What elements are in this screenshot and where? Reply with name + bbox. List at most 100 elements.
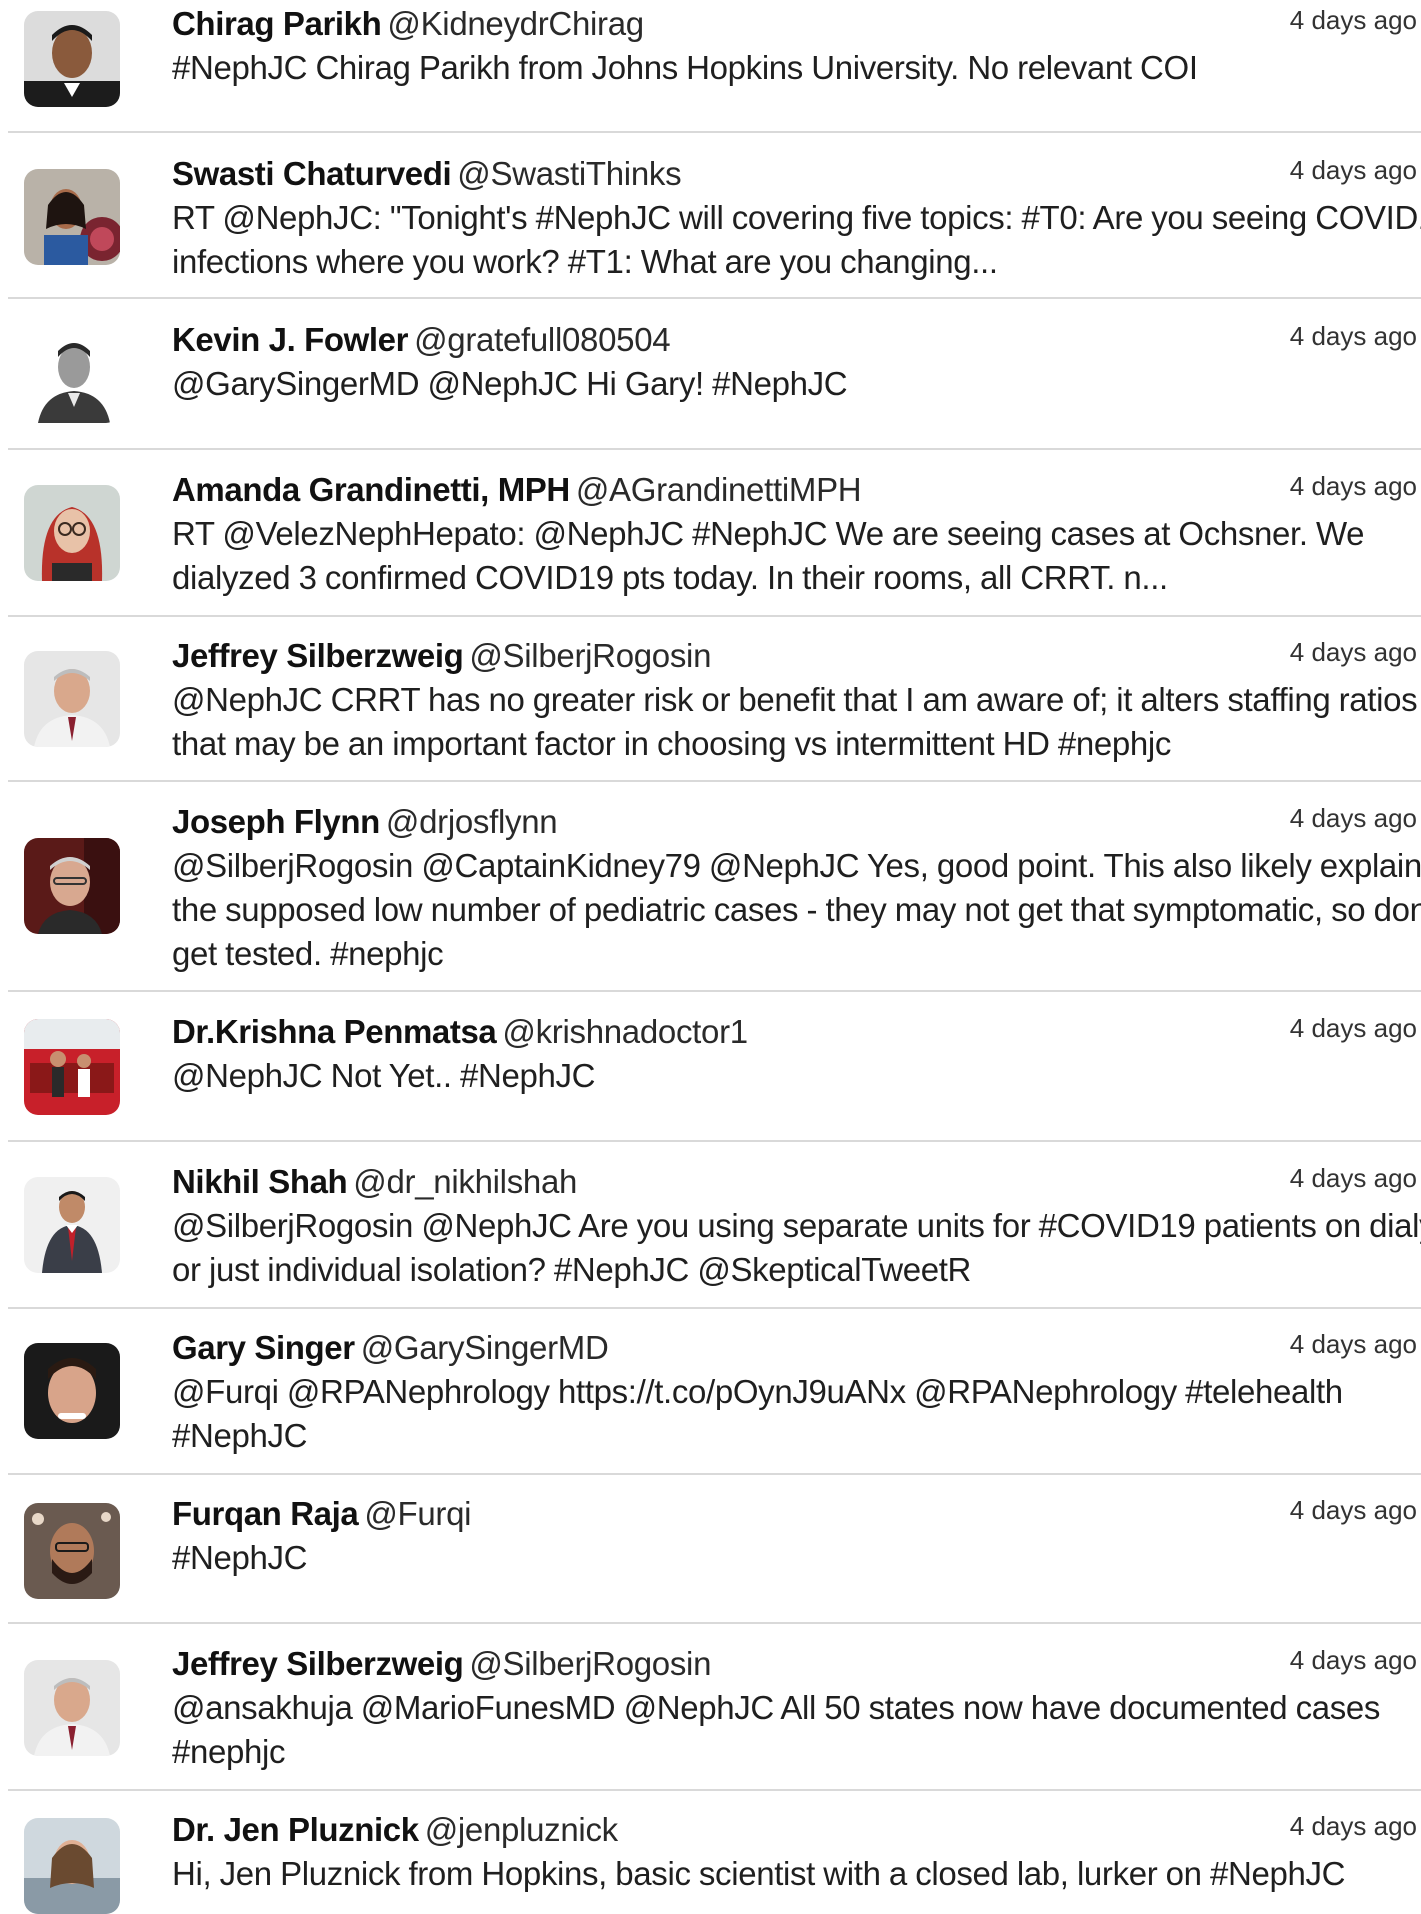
tweet-text-line: #nephjc <box>172 1733 286 1770</box>
author-name[interactable]: Swasti Chaturvedi <box>172 155 452 192</box>
timestamp[interactable]: 4 days ago <box>1290 1640 1417 1680</box>
tweet-text: @GarySingerMD @NephJC Hi Gary! #NephJC <box>172 362 1415 406</box>
tweet-header: Jeffrey Silberzweig @SilberjRogosin <box>172 1642 1421 1686</box>
tweet-text: RT @NephJC: "Tonight's #NephJC will cove… <box>172 196 1421 284</box>
divider <box>8 1307 1421 1309</box>
tweet-text: RT @VelezNephHepato: @NephJC #NephJC We … <box>172 512 1415 600</box>
avatar[interactable] <box>24 169 120 265</box>
tweet-text: @NephJC Not Yet.. #NephJC <box>172 1054 1415 1098</box>
timestamp[interactable]: 4 days ago <box>1290 150 1417 190</box>
tweet-header: Dr.Krishna Penmatsa @krishnadoctor1 <box>172 1010 1421 1054</box>
tweet-text-line: #NephJC <box>172 1417 308 1454</box>
tweet-text-line: or just individual isolation? #NephJC @S… <box>172 1251 972 1288</box>
author-handle[interactable]: @gratefull080504 <box>414 321 671 358</box>
avatar-image <box>24 1343 120 1439</box>
tweet-text-line: #NephJC <box>172 1539 308 1576</box>
avatar[interactable] <box>24 485 120 581</box>
avatar[interactable] <box>24 1818 120 1914</box>
tweet-text-line: #NephJC Chirag Parikh from Johns Hopkins… <box>172 49 1198 86</box>
avatar-image <box>24 485 120 581</box>
tweet-text: @NephJC CRRT has no greater risk or bene… <box>172 678 1421 766</box>
author-handle[interactable]: @krishnadoctor1 <box>502 1013 748 1050</box>
tweet-text-line: @NephJC Not Yet.. #NephJC <box>172 1057 596 1094</box>
avatar-image <box>24 838 120 934</box>
timestamp[interactable]: 4 days ago <box>1290 316 1417 356</box>
timestamp[interactable]: 4 days ago <box>1290 1008 1417 1048</box>
tweet-text-line: @SilberjRogosin @CaptainKidney79 @NephJC… <box>172 847 1421 884</box>
author-handle[interactable]: @jenpluznick <box>425 1811 618 1848</box>
tweet-text: #NephJC <box>172 1536 1415 1580</box>
author-name[interactable]: Amanda Grandinetti, MPH <box>172 471 570 508</box>
avatar[interactable] <box>24 327 120 423</box>
timestamp[interactable]: 4 days ago <box>1290 1806 1417 1846</box>
author-handle[interactable]: @Furqi <box>364 1495 471 1532</box>
author-name[interactable]: Gary Singer <box>172 1329 355 1366</box>
timestamp[interactable]: 4 days ago <box>1290 0 1417 40</box>
avatar[interactable] <box>24 838 120 934</box>
tweet-text-line: @GarySingerMD @NephJC Hi Gary! #NephJC <box>172 365 848 402</box>
tweet-feed: Chirag Parikh @KidneydrChirag 4 days ago … <box>0 0 1421 1914</box>
timestamp[interactable]: 4 days ago <box>1290 1158 1417 1198</box>
divider <box>8 1473 1421 1475</box>
author-name[interactable]: Dr.Krishna Penmatsa <box>172 1013 497 1050</box>
tweet-text-line: @Furqi @RPANephrology https://t.co/pOynJ… <box>172 1373 1343 1410</box>
tweet-text: Hi, Jen Pluznick from Hopkins, basic sci… <box>172 1852 1415 1896</box>
divider <box>8 780 1421 782</box>
timestamp[interactable]: 4 days ago <box>1290 632 1417 672</box>
author-name[interactable]: Jeffrey Silberzweig <box>172 1645 464 1682</box>
avatar[interactable] <box>24 11 120 107</box>
avatar-image <box>24 1660 120 1756</box>
author-name[interactable]: Jeffrey Silberzweig <box>172 637 464 674</box>
tweet-text-line: infections where you work? #T1: What are… <box>172 243 998 280</box>
author-name[interactable]: Nikhil Shah <box>172 1163 348 1200</box>
author-name[interactable]: Furqan Raja <box>172 1495 359 1532</box>
timestamp[interactable]: 4 days ago <box>1290 1324 1417 1364</box>
author-name[interactable]: Dr. Jen Pluznick <box>172 1811 419 1848</box>
tweet-text: @Furqi @RPANephrology https://t.co/pOynJ… <box>172 1370 1415 1458</box>
author-handle[interactable]: @AGrandinettiMPH <box>576 471 862 508</box>
tweet-text-line: that may be an important factor in choos… <box>172 725 1172 762</box>
avatar[interactable] <box>24 1177 120 1273</box>
avatar[interactable] <box>24 1343 120 1439</box>
tweet-text-line: dialyzed 3 confirmed COVID19 pts today. … <box>172 559 1168 596</box>
tweet-header: Dr. Jen Pluznick @jenpluznick <box>172 1808 1421 1852</box>
tweet-header: Amanda Grandinetti, MPH @AGrandinettiMPH <box>172 468 1421 512</box>
avatar-image <box>24 327 120 423</box>
author-handle[interactable]: @GarySingerMD <box>361 1329 609 1366</box>
tweet-text: @ansakhuja @MarioFunesMD @NephJC All 50 … <box>172 1686 1415 1774</box>
timestamp[interactable]: 4 days ago <box>1290 798 1417 838</box>
avatar-image <box>24 651 120 747</box>
tweet-text: @SilberjRogosin @CaptainKidney79 @NephJC… <box>172 844 1421 976</box>
tweet-header: Chirag Parikh @KidneydrChirag <box>172 2 1421 46</box>
author-handle[interactable]: @KidneydrChirag <box>387 5 644 42</box>
tweet-text-line: @NephJC CRRT has no greater risk or bene… <box>172 681 1421 718</box>
timestamp[interactable]: 4 days ago <box>1290 466 1417 506</box>
avatar-image <box>24 1503 120 1599</box>
author-handle[interactable]: @drjosflynn <box>386 803 558 840</box>
author-handle[interactable]: @SwastiThinks <box>457 155 681 192</box>
author-name[interactable]: Joseph Flynn <box>172 803 380 840</box>
author-handle[interactable]: @SilberjRogosin <box>469 637 711 674</box>
divider <box>8 990 1421 992</box>
author-handle[interactable]: @dr_nikhilshah <box>353 1163 577 1200</box>
avatar[interactable] <box>24 1660 120 1756</box>
avatar[interactable] <box>24 1503 120 1599</box>
avatar-image <box>24 1019 120 1115</box>
tweet-text: #NephJC Chirag Parikh from Johns Hopkins… <box>172 46 1415 90</box>
avatar[interactable] <box>24 651 120 747</box>
timestamp[interactable]: 4 days ago <box>1290 1490 1417 1530</box>
author-handle[interactable]: @SilberjRogosin <box>469 1645 711 1682</box>
divider <box>8 615 1421 617</box>
divider <box>8 448 1421 450</box>
tweet-text-line: @ansakhuja @MarioFunesMD @NephJC All 50 … <box>172 1689 1381 1726</box>
tweet-text-line: Hi, Jen Pluznick from Hopkins, basic sci… <box>172 1855 1346 1892</box>
avatar[interactable] <box>24 1019 120 1115</box>
tweet-text-line: get tested. #nephjc <box>172 935 444 972</box>
divider <box>8 297 1421 299</box>
tweet-text-line: RT @VelezNephHepato: @NephJC #NephJC We … <box>172 515 1365 552</box>
tweet-header: Swasti Chaturvedi @SwastiThinks <box>172 152 1421 196</box>
author-name[interactable]: Chirag Parikh <box>172 5 382 42</box>
avatar-image <box>24 1818 120 1914</box>
avatar-image <box>24 1177 120 1273</box>
author-name[interactable]: Kevin J. Fowler <box>172 321 408 358</box>
